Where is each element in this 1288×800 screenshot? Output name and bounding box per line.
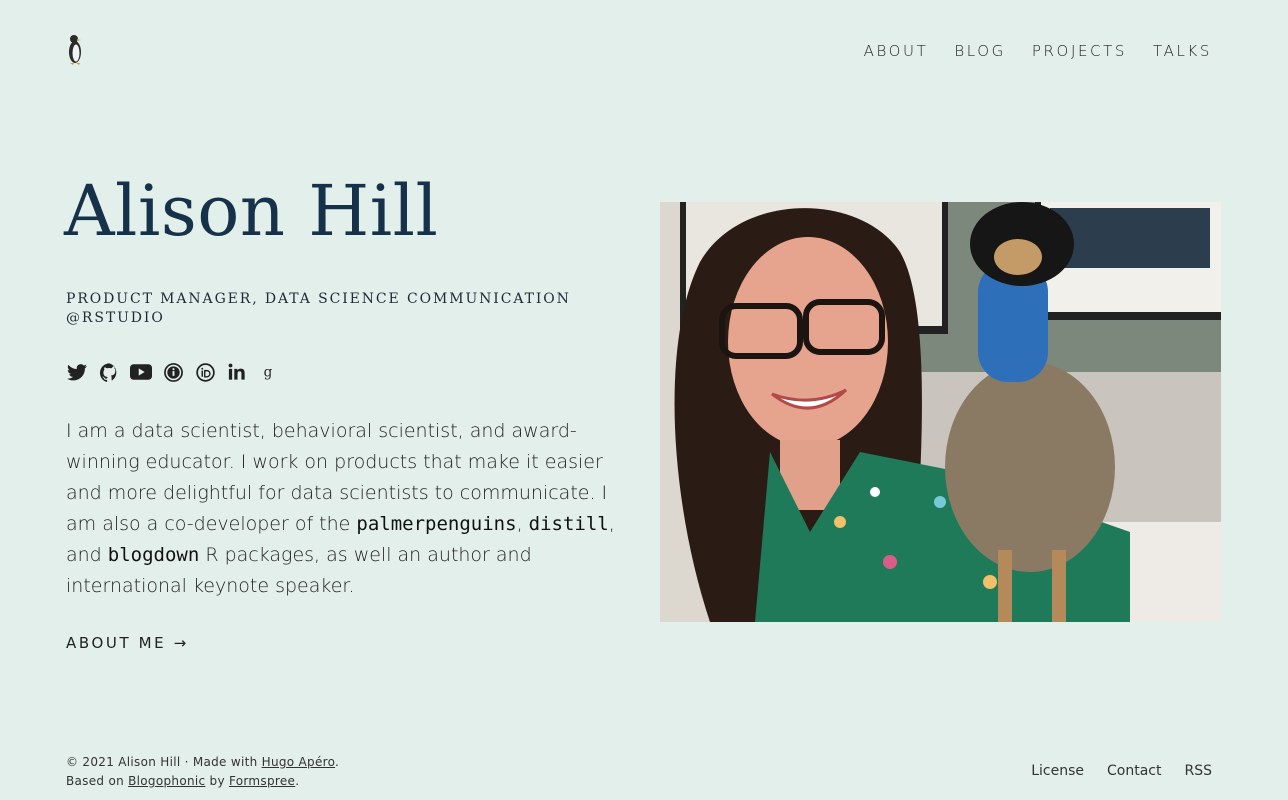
svg-text:g: g: [264, 365, 273, 381]
footer-contact-link[interactable]: Contact: [1107, 763, 1161, 779]
main-nav: ABOUT BLOG PROJECTS TALKS: [864, 42, 1212, 60]
github-icon[interactable]: [98, 361, 120, 383]
page-title: Alison Hill: [64, 170, 439, 252]
nav-about[interactable]: ABOUT: [864, 42, 929, 60]
nav-projects[interactable]: PROJECTS: [1032, 42, 1127, 60]
linkedin-icon[interactable]: [226, 361, 248, 383]
google-scholar-icon[interactable]: g: [258, 361, 280, 383]
footer-period: .: [335, 755, 340, 769]
footer-links: License Contact RSS: [1031, 763, 1212, 779]
footer-rss-link[interactable]: RSS: [1184, 763, 1212, 779]
footer-by: by: [205, 774, 229, 788]
info-icon[interactable]: [162, 361, 184, 383]
profile-photo: [660, 202, 1221, 622]
footer-line-1: © 2021 Alison Hill · Made with Hugo Apér…: [66, 753, 339, 772]
pkg-blogdown: blogdown: [107, 544, 200, 566]
hero-subtitle: PRODUCT MANAGER, DATA SCIENCE COMMUNICAT…: [66, 290, 606, 328]
orcid-icon[interactable]: [194, 361, 216, 383]
penguin-logo-icon: [69, 35, 81, 65]
formspree-link[interactable]: Formspree: [229, 774, 295, 788]
subtitle-line-2: @RSTUDIO: [66, 310, 165, 326]
social-links: g: [66, 361, 280, 383]
twitter-icon[interactable]: [66, 361, 88, 383]
pkg-distill: distill: [528, 513, 609, 535]
footer-license-link[interactable]: License: [1031, 763, 1084, 779]
footer-credits: © 2021 Alison Hill · Made with Hugo Apér…: [66, 753, 339, 791]
hugo-apero-link[interactable]: Hugo Apéro: [262, 755, 335, 769]
footer-made-with: Made with: [192, 755, 262, 769]
footer-period: .: [295, 774, 300, 788]
about-me-link[interactable]: ABOUT ME →: [66, 634, 189, 652]
site-logo[interactable]: [64, 32, 86, 66]
bio-paragraph: I am a data scientist, behavioral scient…: [66, 416, 636, 602]
footer-based-on: Based on: [66, 774, 129, 788]
bio-sep-1: ,: [516, 513, 529, 535]
blogophonic-link[interactable]: Blogophonic: [128, 774, 205, 788]
footer-line-2: Based on Blogophonic by Formspree.: [66, 772, 339, 791]
nav-talks[interactable]: TALKS: [1153, 42, 1212, 60]
pkg-palmerpenguins: palmerpenguins: [356, 513, 517, 535]
footer-copyright: © 2021 Alison Hill: [66, 755, 181, 769]
subtitle-line-1: PRODUCT MANAGER, DATA SCIENCE COMMUNICAT…: [66, 291, 571, 307]
footer-dot: ·: [180, 755, 193, 769]
nav-blog[interactable]: BLOG: [954, 42, 1005, 60]
youtube-icon[interactable]: [130, 361, 152, 383]
